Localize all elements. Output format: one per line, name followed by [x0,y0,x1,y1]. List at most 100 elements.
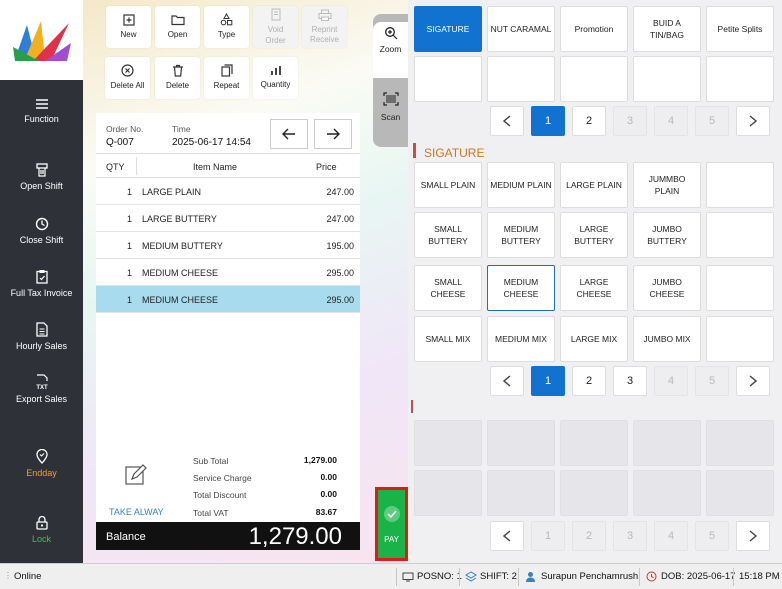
page-number: 1 [544,115,552,127]
product-button[interactable]: MEDIUM CHEESE [487,265,555,311]
product-button[interactable]: SMALL MIX [414,316,482,362]
page-button[interactable]: 5 [695,521,729,551]
product-button[interactable]: LARGE PLAIN [560,162,628,208]
col-divider [136,157,137,175]
sub-total-label: Sub Total [193,456,229,466]
repeat-button[interactable]: Repeat [204,57,249,99]
quantity-icon [270,65,282,80]
product-button[interactable]: MEDIUM BUTTERY [487,212,555,258]
product-button[interactable]: LARGE MIX [560,316,628,362]
sidebar-item-lock[interactable]: Lock [0,515,83,544]
edit-note-button[interactable] [124,463,148,487]
prev-page-button[interactable] [490,106,524,136]
page-button[interactable]: 1 [531,106,565,136]
empty-slot [414,420,482,466]
product-button[interactable]: JUMBO BUTTERY [633,212,701,258]
page-button[interactable]: 4 [654,366,688,396]
category-button[interactable]: Promotion [560,6,628,52]
page-button[interactable]: 4 [654,521,688,551]
page-button[interactable]: 3 [613,366,647,396]
lock-icon [35,515,48,534]
sidebar-item-full-tax-invoice[interactable]: Full Tax Invoice [0,269,83,298]
sidebar-item-function[interactable]: Function [0,98,83,124]
document-icon [35,322,48,341]
scan-button[interactable]: Scan [373,88,408,138]
product-button[interactable]: JUMBO CHEESE [633,265,701,311]
zoom-button[interactable]: Zoom [373,22,408,78]
zoom-icon [384,27,397,40]
order-line-item[interactable]: 1 MEDIUM BUTTERY 195.00 [96,232,360,259]
svg-text:TXT: TXT [36,385,48,390]
product-button[interactable]: MEDIUM PLAIN [487,162,555,208]
sidebar-item-close-shift[interactable]: Close Shift [0,217,83,245]
sidebar-item-label: Export Sales [15,394,68,404]
order-line-item[interactable]: 1 MEDIUM CHEESE 295.00 [96,259,360,286]
page-button[interactable]: 5 [695,106,729,136]
void-button[interactable]: Void Order [253,6,298,48]
menu-icon [35,98,49,114]
new-button[interactable]: New [106,6,151,48]
line-price: 195.00 [326,241,354,251]
product-button[interactable]: JUMBO MIX [633,316,701,362]
product-button[interactable]: SMALL PLAIN [414,162,482,208]
button-label: SMALL CHEESE [430,276,466,299]
category-button[interactable]: Petite Splits [706,6,774,52]
order-line-item[interactable]: 1 MEDIUM CHEESE 295.00 [96,286,360,313]
sidebar-item-export-sales[interactable]: TXT Export Sales [0,374,83,404]
page-button[interactable]: 2 [572,106,606,136]
button-label: JUMBO CHEESE [649,276,685,299]
open-button[interactable]: Open [155,6,200,48]
delete-button[interactable]: Delete [155,57,200,99]
prev-order-button[interactable] [270,119,308,149]
user-name: Surapun Penchamrush [541,571,639,582]
line-price: 295.00 [326,295,354,305]
sidebar-item-endday[interactable]: Endday [0,449,83,478]
page-number: 1 [544,375,552,387]
category-button[interactable]: SIGATURE [414,6,482,52]
reprint-button[interactable]: Reprint Receive [302,6,347,48]
col-qty: QTY [106,162,125,172]
line-name: MEDIUM CHEESE [142,268,219,278]
clock-time: 15:18 PM [739,571,780,582]
pay-button[interactable]: PAY [375,487,408,561]
page-number: 5 [708,530,716,542]
prev-page-button[interactable] [490,521,524,551]
type-button[interactable]: Type [204,6,249,48]
status-bar: ⋮ Online POSNO: 1 SHIFT: 2 Surapun Pench… [0,563,782,589]
empty-category-slot [706,56,774,102]
page-button[interactable]: 3 [613,521,647,551]
product-button[interactable]: LARGE CHEESE [560,265,628,311]
order-type[interactable]: TAKE ALWAY [109,507,164,517]
page-button[interactable]: 2 [572,366,606,396]
prev-page-button[interactable] [490,366,524,396]
product-button[interactable]: SMALL CHEESE [414,265,482,311]
next-order-button[interactable] [314,119,352,149]
quantity-button[interactable]: Quantity [253,57,298,99]
sidebar-item-open-shift[interactable]: Open Shift [0,163,83,191]
next-page-button[interactable] [736,366,770,396]
next-page-button[interactable] [736,106,770,136]
delete-all-button[interactable]: Delete All [105,57,150,99]
product-button[interactable]: JUMMBO PLAIN [633,162,701,208]
empty-product-slot [706,265,774,311]
barcode-icon [382,92,399,106]
product-button[interactable]: LARGE BUTTERY [560,212,628,258]
page-button[interactable]: 2 [572,521,606,551]
page-button[interactable]: 5 [695,366,729,396]
service-charge-value: 0.00 [320,472,337,482]
line-price: 295.00 [326,268,354,278]
page-button[interactable]: 3 [613,106,647,136]
category-button[interactable]: NUT CARAMAL [487,6,555,52]
page-button[interactable]: 4 [654,106,688,136]
next-page-button[interactable] [736,521,770,551]
category-button[interactable]: BUID A TIN/BAG [633,6,701,52]
sidebar-item-hourly-sales[interactable]: Hourly Sales [0,322,83,351]
order-line-item[interactable]: 1 LARGE BUTTERY 247.00 [96,205,360,232]
section-title: SIGATURE [424,146,485,160]
page-number: 4 [667,375,675,387]
page-button[interactable]: 1 [531,521,565,551]
order-line-item[interactable]: 1 LARGE PLAIN 247.00 [96,178,360,205]
product-button[interactable]: MEDIUM MIX [487,316,555,362]
page-button[interactable]: 1 [531,366,565,396]
product-button[interactable]: SMALL BUTTERY [414,212,482,258]
